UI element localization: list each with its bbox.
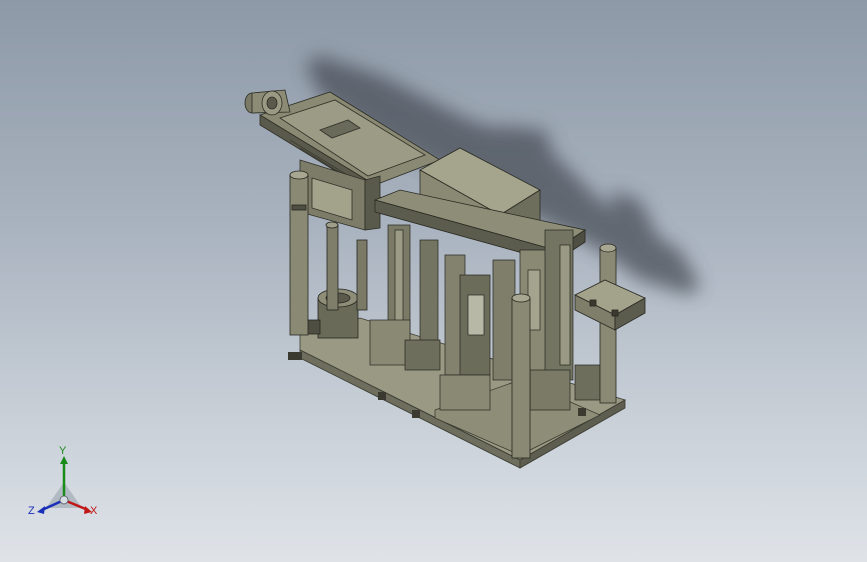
- coordinate-triad: Y X Z: [24, 446, 104, 526]
- y-axis-label: Y: [59, 445, 67, 457]
- z-axis-label: Z: [28, 505, 35, 517]
- x-axis-label: X: [90, 505, 98, 517]
- graphics-viewport[interactable]: Y X Z: [0, 0, 867, 562]
- right-clamp: [574, 279, 646, 331]
- assembly-model[interactable]: [0, 0, 867, 562]
- servo-motor: [244, 89, 291, 116]
